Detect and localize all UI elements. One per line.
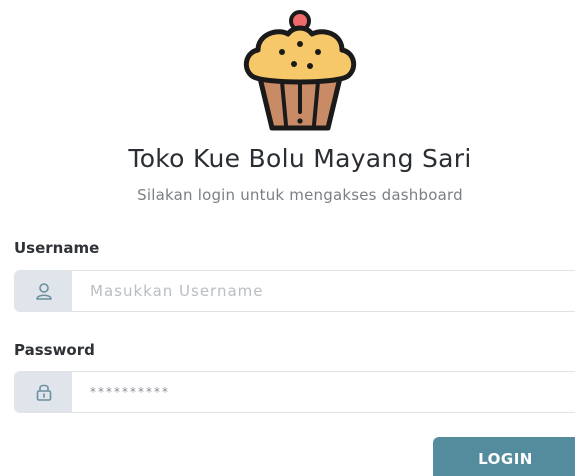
username-label: Username: [14, 239, 100, 257]
password-field-group: [14, 371, 575, 413]
user-icon: [35, 283, 52, 300]
login-button[interactable]: LOGIN: [433, 437, 575, 476]
login-subtitle: Silakan login untuk mengakses dashboard: [137, 186, 463, 204]
username-addon: [15, 271, 72, 311]
password-input[interactable]: [72, 372, 575, 412]
username-input[interactable]: [72, 271, 575, 311]
username-field-group: [14, 270, 575, 312]
login-page: Toko Kue Bolu Mayang Sari Silakan login …: [0, 0, 575, 476]
lock-icon: [36, 384, 51, 401]
store-title: Toko Kue Bolu Mayang Sari: [128, 144, 472, 173]
password-addon: [15, 372, 72, 412]
cupcake-icon: [243, 10, 357, 131]
password-label: Password: [14, 341, 95, 359]
